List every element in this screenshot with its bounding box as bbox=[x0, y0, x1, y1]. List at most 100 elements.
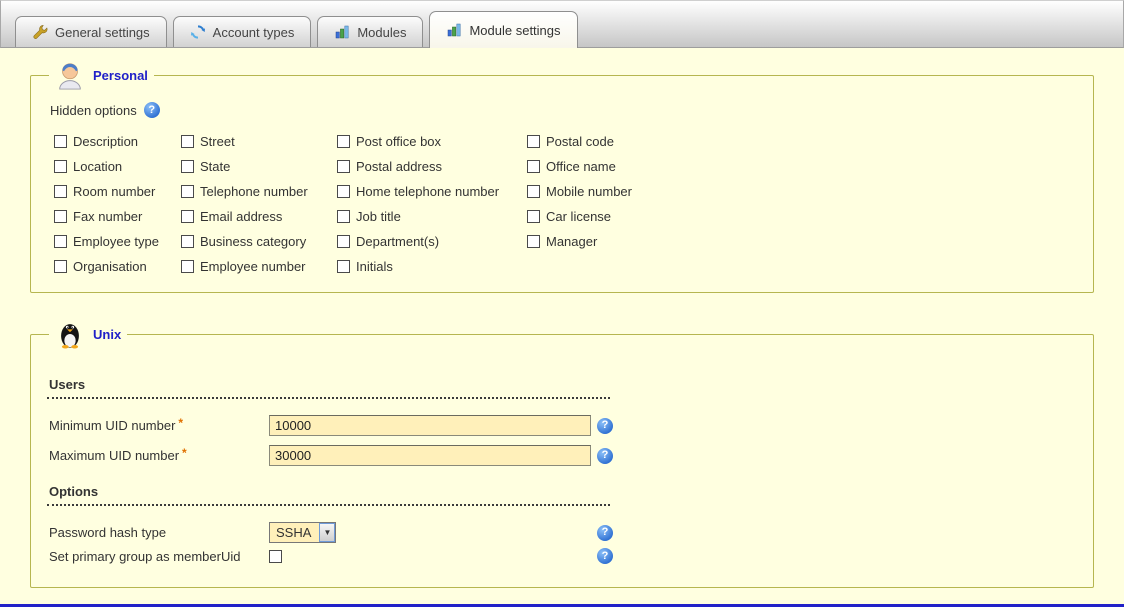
options-header: Options bbox=[47, 482, 610, 506]
modules-blocks-icon bbox=[334, 24, 350, 40]
checkbox[interactable] bbox=[337, 235, 350, 248]
hidden-option-home-telephone-number[interactable]: Home telephone number bbox=[337, 184, 527, 199]
checkbox[interactable] bbox=[54, 160, 67, 173]
hidden-option-location[interactable]: Location bbox=[54, 159, 181, 174]
unix-section: Unix Users Minimum UID number* Maximum U… bbox=[30, 319, 1094, 588]
hidden-option-office-name[interactable]: Office name bbox=[527, 159, 1077, 174]
tab-label: Module settings bbox=[469, 23, 560, 38]
hidden-option-business-category[interactable]: Business category bbox=[181, 234, 337, 249]
help-icon[interactable] bbox=[597, 548, 613, 564]
hidden-options-label: Hidden options bbox=[50, 103, 137, 118]
checkbox[interactable] bbox=[527, 210, 540, 223]
hidden-option-street[interactable]: Street bbox=[181, 134, 337, 149]
hidden-option-car-license[interactable]: Car license bbox=[527, 209, 1077, 224]
checkbox-label: Description bbox=[73, 134, 138, 149]
checkbox[interactable] bbox=[181, 210, 194, 223]
min-uid-row: Minimum UID number* bbox=[47, 415, 1077, 436]
tux-penguin-icon bbox=[55, 319, 85, 349]
checkbox[interactable] bbox=[527, 235, 540, 248]
password-hash-label: Password hash type bbox=[49, 525, 269, 540]
checkbox[interactable] bbox=[337, 185, 350, 198]
hidden-option-job-title[interactable]: Job title bbox=[337, 209, 527, 224]
password-hash-row: Password hash type SSHA bbox=[47, 522, 1077, 543]
checkbox-label: Post office box bbox=[356, 134, 441, 149]
checkbox[interactable] bbox=[337, 210, 350, 223]
checkbox-label: Organisation bbox=[73, 259, 147, 274]
module-settings-page: Personal Hidden options Description Stre… bbox=[0, 48, 1124, 588]
checkbox[interactable] bbox=[527, 185, 540, 198]
hidden-option-postal-code[interactable]: Postal code bbox=[527, 134, 1077, 149]
min-uid-input[interactable] bbox=[269, 415, 591, 436]
refresh-arrows-icon bbox=[190, 24, 206, 40]
checkbox[interactable] bbox=[527, 135, 540, 148]
max-uid-row: Maximum UID number* bbox=[47, 445, 1077, 466]
hidden-option-telephone-number[interactable]: Telephone number bbox=[181, 184, 337, 199]
checkbox[interactable] bbox=[181, 185, 194, 198]
checkbox-label: Employee number bbox=[200, 259, 306, 274]
help-icon[interactable] bbox=[597, 525, 613, 541]
checkbox-label: Initials bbox=[356, 259, 393, 274]
checkbox[interactable] bbox=[54, 235, 67, 248]
tab-label: Account types bbox=[213, 25, 295, 40]
hidden-option-manager[interactable]: Manager bbox=[527, 234, 1077, 249]
checkbox-label: Email address bbox=[200, 209, 282, 224]
checkbox[interactable] bbox=[181, 135, 194, 148]
hidden-option-departments[interactable]: Department(s) bbox=[337, 234, 527, 249]
checkbox[interactable] bbox=[527, 160, 540, 173]
checkbox-label: Room number bbox=[73, 184, 155, 199]
unix-title: Unix bbox=[93, 327, 121, 342]
help-icon[interactable] bbox=[144, 102, 160, 118]
checkbox-label: Fax number bbox=[73, 209, 142, 224]
required-marker: * bbox=[178, 416, 183, 430]
checkbox[interactable] bbox=[181, 260, 194, 273]
help-icon[interactable] bbox=[597, 418, 613, 434]
tab-general-settings[interactable]: General settings bbox=[15, 16, 167, 47]
checkbox-label: Employee type bbox=[73, 234, 159, 249]
hidden-option-employee-type[interactable]: Employee type bbox=[54, 234, 181, 249]
checkbox-label: Car license bbox=[546, 209, 611, 224]
hidden-option-fax-number[interactable]: Fax number bbox=[54, 209, 181, 224]
min-uid-label: Minimum UID number* bbox=[49, 418, 269, 433]
hidden-option-description[interactable]: Description bbox=[54, 134, 181, 149]
users-header: Users bbox=[47, 375, 610, 399]
tab-modules[interactable]: Modules bbox=[317, 16, 423, 47]
hidden-option-initials[interactable]: Initials bbox=[337, 259, 527, 274]
checkbox-label: Job title bbox=[356, 209, 401, 224]
hidden-option-post-office-box[interactable]: Post office box bbox=[337, 134, 527, 149]
checkbox[interactable] bbox=[54, 260, 67, 273]
checkbox[interactable] bbox=[181, 235, 194, 248]
checkbox[interactable] bbox=[337, 260, 350, 273]
personal-title: Personal bbox=[93, 68, 148, 83]
password-hash-select[interactable]: SSHA bbox=[269, 522, 336, 543]
modules-blocks-icon bbox=[446, 22, 462, 38]
checkbox[interactable] bbox=[181, 160, 194, 173]
checkbox-label: Office name bbox=[546, 159, 616, 174]
selected-value: SSHA bbox=[270, 523, 319, 542]
hidden-option-organisation[interactable]: Organisation bbox=[54, 259, 181, 274]
member-uid-checkbox[interactable] bbox=[269, 550, 282, 563]
checkbox-label: Home telephone number bbox=[356, 184, 499, 199]
tab-account-types[interactable]: Account types bbox=[173, 16, 312, 47]
checkbox-label: Telephone number bbox=[200, 184, 308, 199]
checkbox-label: Business category bbox=[200, 234, 306, 249]
checkbox-label: Postal address bbox=[356, 159, 442, 174]
hidden-options-grid: Description Street Post office box Posta… bbox=[54, 134, 1077, 274]
wrench-icon bbox=[32, 24, 48, 40]
checkbox[interactable] bbox=[54, 210, 67, 223]
hidden-option-mobile-number[interactable]: Mobile number bbox=[527, 184, 1077, 199]
checkbox[interactable] bbox=[54, 185, 67, 198]
hidden-option-postal-address[interactable]: Postal address bbox=[337, 159, 527, 174]
help-icon[interactable] bbox=[597, 448, 613, 464]
hidden-option-room-number[interactable]: Room number bbox=[54, 184, 181, 199]
unix-legend: Unix bbox=[49, 319, 127, 349]
hidden-option-employee-number[interactable]: Employee number bbox=[181, 259, 337, 274]
max-uid-input[interactable] bbox=[269, 445, 591, 466]
checkbox[interactable] bbox=[54, 135, 67, 148]
checkbox[interactable] bbox=[337, 160, 350, 173]
checkbox[interactable] bbox=[337, 135, 350, 148]
hidden-option-state[interactable]: State bbox=[181, 159, 337, 174]
hidden-option-email-address[interactable]: Email address bbox=[181, 209, 337, 224]
tab-label: General settings bbox=[55, 25, 150, 40]
tab-module-settings[interactable]: Module settings bbox=[429, 11, 577, 48]
checkbox-label: Mobile number bbox=[546, 184, 632, 199]
